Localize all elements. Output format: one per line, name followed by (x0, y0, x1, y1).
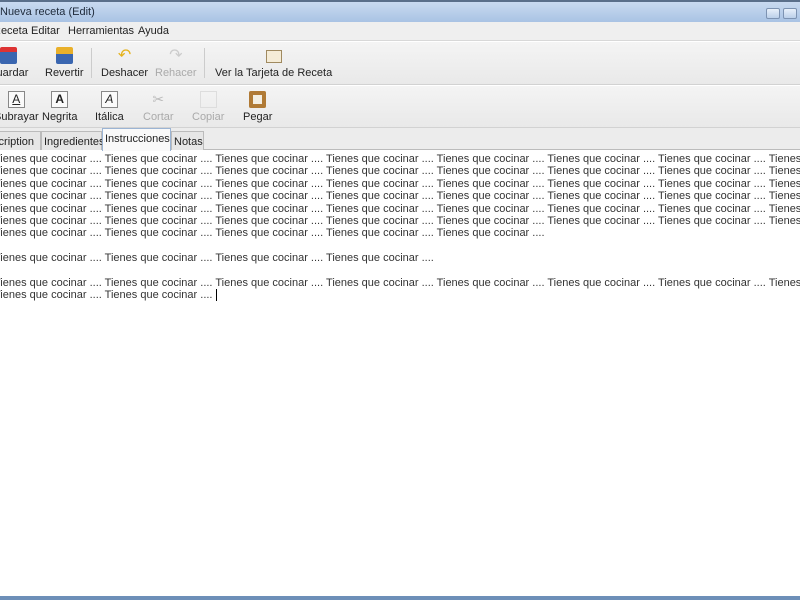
copy-icon (199, 91, 217, 108)
clipboard-paste-icon (249, 91, 267, 108)
recipe-card-icon (265, 50, 282, 63)
tab-description[interactable]: Description (0, 131, 41, 150)
save-button[interactable]: Guardar (0, 47, 28, 79)
menu-bar: Receta Editar Herramientas Ayuda (0, 22, 800, 41)
scissors-icon: ✂ (152, 91, 165, 107)
text-line: Tienes que cocinar .... Tienes que cocin… (0, 153, 800, 165)
tab-ingredientes[interactable]: Ingredientes (41, 131, 105, 150)
bold-button[interactable]: A Negrita (42, 91, 77, 123)
window-title: Nueva receta (Edit) (0, 6, 95, 18)
italic-button[interactable]: A Itálica (95, 91, 124, 123)
menu-receta[interactable]: Receta (0, 25, 28, 37)
maximize-button[interactable] (783, 8, 797, 19)
minimize-button[interactable] (766, 8, 780, 19)
undo-button[interactable]: ↶ Deshacer (101, 47, 148, 79)
text-line: Tienes que cocinar .... Tienes que cocin… (0, 165, 800, 178)
undo-arrow-icon: ↶ (117, 47, 132, 64)
tab-notas[interactable]: Notas (171, 131, 204, 150)
tab-instrucciones[interactable]: Instrucciones (102, 128, 171, 151)
text-line: Tienes que cocinar .... Tienes que cocin… (0, 252, 434, 265)
tab-bar: Description Ingredientes Instrucciones N… (0, 128, 800, 151)
text-line: Tienes que cocinar .... Tienes que cocin… (0, 227, 545, 240)
copy-button[interactable]: Copiar (192, 91, 224, 123)
format-toolbar: A Subrayar A Negrita A Itálica ✂ Cortar … (0, 86, 800, 128)
revert-icon (55, 47, 73, 64)
text-line: Tienes que cocinar .... Tienes que cocin… (0, 289, 217, 302)
text-line: Tienes que cocinar .... Tienes que cocin… (0, 190, 800, 203)
revert-button[interactable]: Revertir (45, 47, 84, 79)
text-line: Tienes que cocinar .... Tienes que cocin… (0, 177, 800, 190)
menu-herramientas[interactable]: Herramientas (68, 25, 134, 37)
menu-editar[interactable]: Editar (31, 25, 60, 37)
text-line: Tienes que cocinar .... Tienes que cocin… (0, 202, 800, 215)
paste-button[interactable]: Pegar (243, 91, 272, 123)
taskbar-edge (0, 596, 800, 600)
main-toolbar: Guardar Revertir ↶ Deshacer ↷ Rehacer Ve… (0, 42, 800, 85)
instructions-text-editor[interactable]: Tienes que cocinar .... Tienes que cocin… (0, 151, 800, 597)
text-line: Tienes que cocinar .... Tienes que cocin… (0, 277, 800, 289)
text-cursor (215, 289, 217, 302)
italic-icon: A (100, 91, 118, 108)
cut-button[interactable]: ✂ Cortar (143, 91, 174, 123)
title-bar: Nueva receta (Edit) (0, 0, 800, 22)
text-line: Tienes que cocinar .... Tienes que cocin… (0, 215, 800, 227)
floppy-save-icon (0, 47, 17, 64)
underline-button[interactable]: A Subrayar (0, 91, 39, 123)
redo-arrow-icon: ↷ (169, 47, 183, 64)
menu-ayuda[interactable]: Ayuda (138, 25, 169, 37)
redo-button[interactable]: ↷ Rehacer (155, 47, 197, 79)
view-recipe-card-button[interactable]: Ver la Tarjeta de Receta (215, 47, 332, 79)
underline-icon: A (7, 91, 25, 108)
bold-icon: A (51, 91, 69, 108)
